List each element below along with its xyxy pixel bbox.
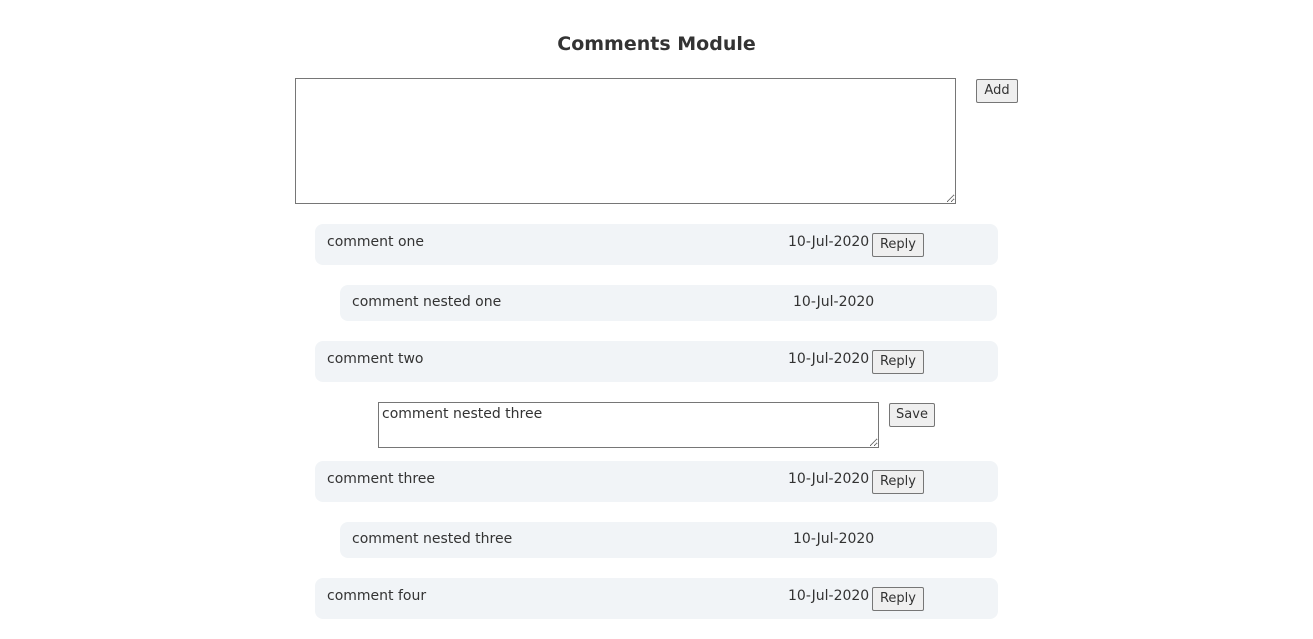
reply-input[interactable]: comment nested three: [378, 402, 879, 448]
reply-button[interactable]: Reply: [872, 233, 924, 257]
comment-text: comment four: [327, 588, 427, 604]
comment-text: comment three: [327, 471, 436, 487]
comment-date: 10-Jul-2020: [788, 234, 870, 250]
new-comment-input[interactable]: [295, 78, 956, 204]
add-button[interactable]: Add: [976, 79, 1018, 103]
save-button[interactable]: Save: [889, 403, 935, 427]
comment-item: comment three 10-Jul-2020 Reply: [315, 461, 998, 502]
comment-date: 10-Jul-2020: [788, 351, 870, 367]
comment-date: 10-Jul-2020: [788, 588, 870, 604]
comment-item: comment two 10-Jul-2020 Reply: [315, 341, 998, 382]
comment-text: comment one: [327, 234, 425, 250]
comment-date: 10-Jul-2020: [793, 294, 875, 310]
comment-text: comment nested one: [352, 294, 502, 310]
comment-item: comment one 10-Jul-2020 Reply: [315, 224, 998, 265]
comment-date: 10-Jul-2020: [793, 531, 875, 547]
nested-comment-item: comment nested one 10-Jul-2020: [340, 285, 997, 321]
comment-text: comment nested three: [352, 531, 513, 547]
comment-date: 10-Jul-2020: [788, 471, 870, 487]
comments-page: Comments Module Add comment one 10-Jul-2…: [0, 0, 1313, 639]
reply-button[interactable]: Reply: [872, 350, 924, 374]
nested-comment-item: comment nested three 10-Jul-2020: [340, 522, 997, 558]
page-title: Comments Module: [557, 33, 756, 55]
reply-button[interactable]: Reply: [872, 587, 924, 611]
reply-button[interactable]: Reply: [872, 470, 924, 494]
comment-item: comment four 10-Jul-2020 Reply: [315, 578, 998, 619]
comment-text: comment two: [327, 351, 424, 367]
